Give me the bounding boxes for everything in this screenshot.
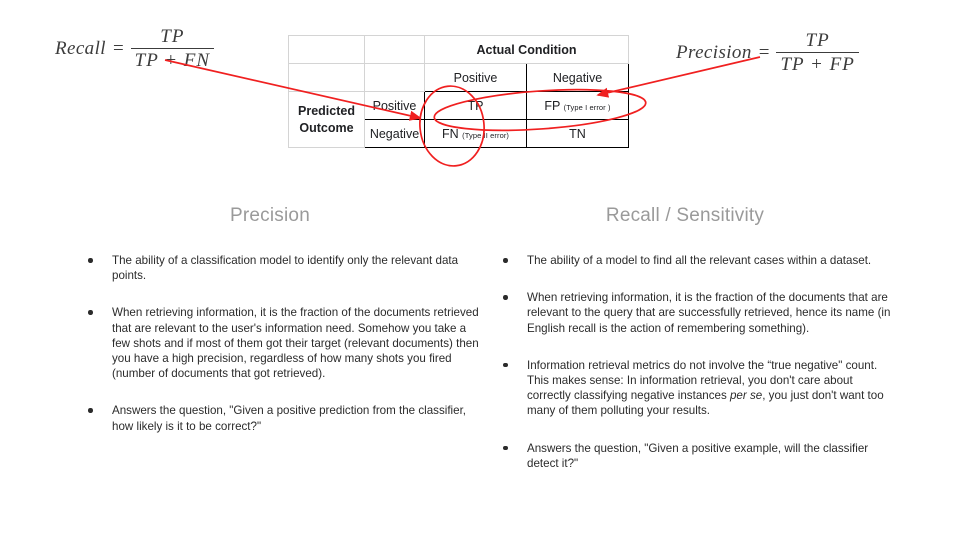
list-item-text-italic: per se bbox=[729, 389, 763, 403]
list-item: When retrieving information, it is the f… bbox=[60, 305, 480, 381]
bullet-dot-icon bbox=[503, 362, 508, 368]
matrix-corner-blank-2 bbox=[364, 35, 425, 64]
precision-column: Precision The ability of a classificatio… bbox=[60, 205, 480, 434]
recall-heading: Recall / Sensitivity bbox=[605, 205, 765, 226]
precision-formula-equals: = bbox=[758, 41, 770, 63]
confusion-matrix-table: Actual Condition Positive Negative Predi… bbox=[288, 35, 629, 148]
table-row: Predicted Outcome Positive TP FP (Type I… bbox=[288, 91, 629, 148]
recall-denominator: TP + FN bbox=[130, 48, 215, 71]
recall-bullet-list: The ability of a model to find all the r… bbox=[475, 253, 895, 471]
list-item-text: Answers the question, "Given a positive … bbox=[112, 404, 467, 433]
predicted-outcome-label-line1: Predicted bbox=[298, 103, 355, 118]
cell-false-negative: FN (Type II error) bbox=[424, 119, 527, 148]
predicted-negative-header: Negative bbox=[364, 119, 425, 148]
list-item: Answers the question, "Given a positive … bbox=[475, 441, 895, 471]
predicted-outcome-label-line2: Outcome bbox=[299, 120, 354, 135]
precision-fraction: TP TP + FP bbox=[776, 30, 859, 76]
cell-tn-label: TN bbox=[569, 126, 586, 141]
predicted-outcome-label: Predicted Outcome bbox=[288, 91, 365, 148]
precision-formula-name: Precision bbox=[676, 41, 752, 63]
list-item: The ability of a model to find all the r… bbox=[475, 253, 895, 268]
predicted-positive-header: Positive bbox=[364, 91, 425, 120]
table-row: Actual Condition bbox=[288, 35, 629, 64]
cell-false-positive: FP (Type I error ) bbox=[526, 91, 629, 120]
cell-tp-label: TP bbox=[467, 98, 484, 113]
precision-heading: Precision bbox=[230, 205, 310, 226]
list-item-text: When retrieving information, it is the f… bbox=[527, 291, 891, 335]
actual-condition-header: Actual Condition bbox=[424, 35, 629, 64]
cell-fn-label: FN bbox=[441, 126, 459, 141]
list-item-text: The ability of a model to find all the r… bbox=[527, 254, 872, 267]
list-item: When retrieving information, it is the f… bbox=[475, 290, 895, 336]
list-item-text-composite: Information retrieval metrics do not inv… bbox=[527, 359, 884, 418]
bullet-dot-icon bbox=[88, 258, 93, 263]
matrix-corner-blank-3 bbox=[288, 63, 365, 92]
list-item-text: The ability of a classification model to… bbox=[112, 254, 459, 283]
bullet-dot-icon bbox=[88, 310, 93, 315]
table-row: Positive Negative bbox=[288, 63, 629, 92]
cell-fp-label: FP bbox=[544, 98, 561, 113]
precision-denominator: TP + FP bbox=[776, 52, 859, 75]
precision-formula: Precision = TP TP + FP bbox=[676, 30, 859, 76]
cell-fp-note: (Type I error ) bbox=[563, 102, 611, 112]
recall-formula-equals: = bbox=[112, 37, 124, 59]
bullet-dot-icon bbox=[503, 445, 508, 451]
actual-negative-header: Negative bbox=[526, 63, 629, 92]
cell-true-negative: TN bbox=[526, 119, 629, 148]
precision-bullet-list: The ability of a classification model to… bbox=[60, 253, 480, 434]
matrix-corner-blank-4 bbox=[364, 63, 425, 92]
recall-fraction: TP TP + FN bbox=[130, 26, 215, 72]
recall-formula: Recall = TP TP + FN bbox=[55, 26, 215, 72]
bullet-dot-icon bbox=[88, 408, 93, 413]
list-item: Answers the question, "Given a positive … bbox=[60, 403, 480, 433]
recall-column: Recall / Sensitivity The ability of a mo… bbox=[475, 205, 895, 471]
list-item: Information retrieval metrics do not inv… bbox=[475, 358, 895, 419]
recall-numerator: TP bbox=[160, 26, 185, 47]
bullet-dot-icon bbox=[503, 295, 508, 300]
actual-positive-header: Positive bbox=[424, 63, 527, 92]
list-item-text: Answers the question, "Given a positive … bbox=[527, 441, 869, 470]
cell-fn-note: (Type II error) bbox=[462, 130, 510, 140]
list-item: The ability of a classification model to… bbox=[60, 253, 480, 283]
recall-formula-name: Recall bbox=[55, 37, 106, 59]
bullet-dot-icon bbox=[503, 258, 508, 263]
precision-numerator: TP bbox=[805, 30, 830, 51]
list-item-text: When retrieving information, it is the f… bbox=[112, 306, 479, 381]
matrix-corner-blank-1 bbox=[288, 35, 365, 64]
cell-true-positive: TP bbox=[424, 91, 527, 120]
